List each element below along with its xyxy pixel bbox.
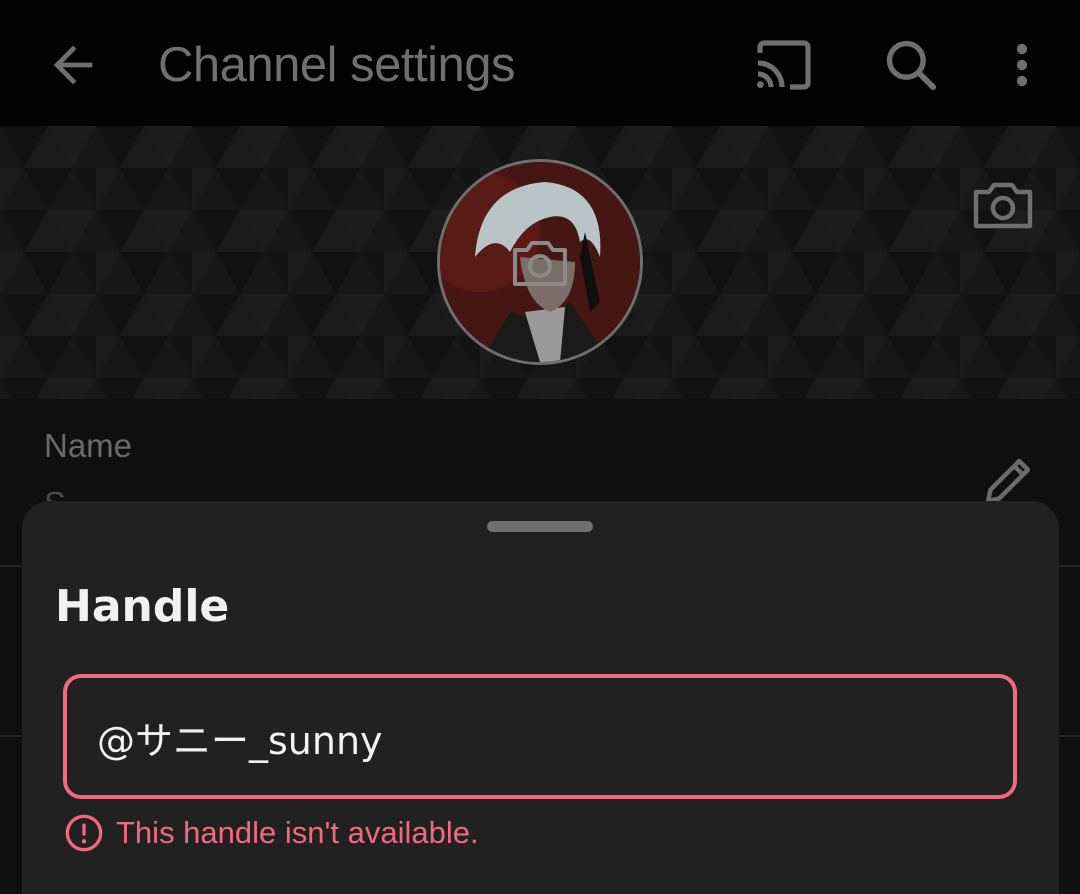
drag-handle[interactable] [487,521,593,532]
app-bar: Channel settings [0,0,1080,126]
sheet-title: Handle [55,581,230,632]
camera-icon[interactable] [972,178,1034,232]
channel-settings-screen: Channel settings Name Handle @サニー_sunny … [0,0,1080,894]
page-title: Channel settings [158,38,516,92]
handle-bottom-sheet: Handle This handle isn't available. [22,501,1059,894]
avatar-camera-icon[interactable] [509,236,571,290]
back-icon[interactable] [38,30,108,100]
name-label: Name [44,427,133,464]
handle-field[interactable] [63,674,1017,799]
search-icon[interactable] [876,30,946,100]
error-text: This handle isn't available. [116,815,479,850]
error-message: This handle isn't available. [64,813,479,853]
channel-banner[interactable] [0,126,1080,399]
cast-icon[interactable] [748,30,820,100]
more-vert-icon[interactable] [990,30,1054,100]
error-icon [65,814,103,852]
handle-input[interactable] [97,708,977,766]
